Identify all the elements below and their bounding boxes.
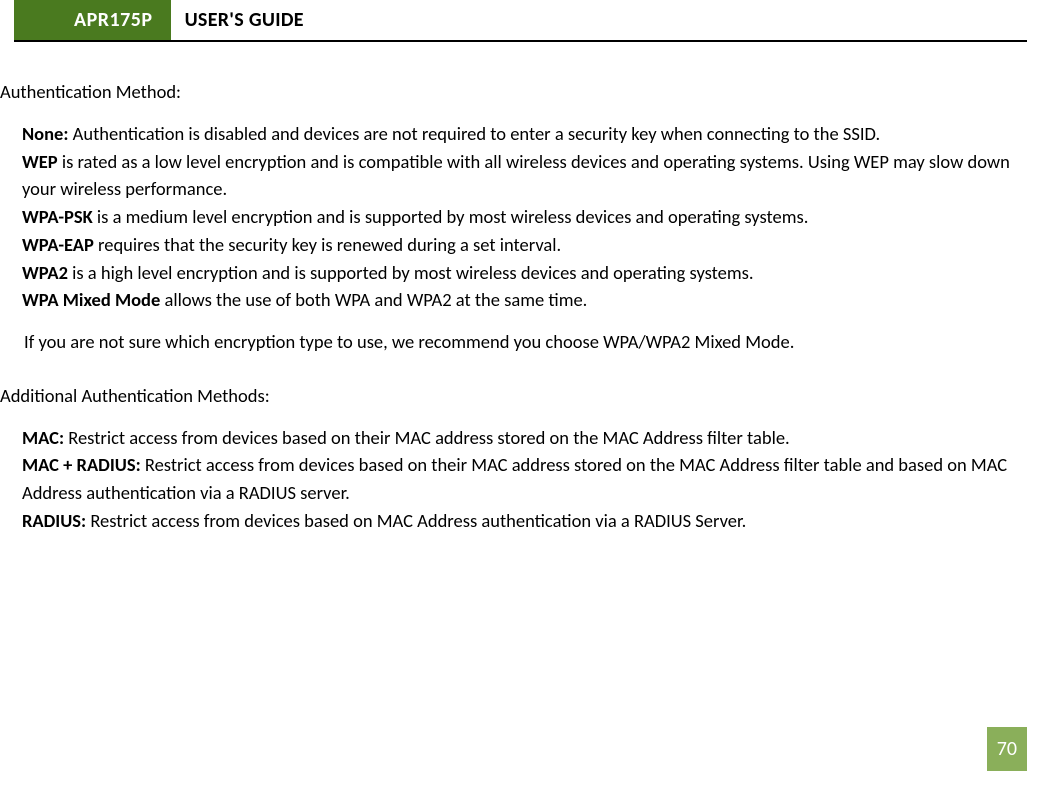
auth-item-wpa-psk: WPA-PSK is a medium level encryption and… [22, 203, 1017, 231]
auth-label: WPA2 [22, 261, 68, 284]
section-heading-auth: Authentication Method: [0, 78, 1041, 106]
document-content: Authentication Method: None: Authenticat… [0, 42, 1041, 535]
additional-text: Restrict access from devices based on MA… [86, 509, 746, 532]
auth-text: allows the use of both WPA and WPA2 at t… [160, 288, 587, 311]
additional-text: Restrict access from devices based on th… [22, 453, 1007, 504]
auth-label: WPA Mixed Mode [22, 288, 160, 311]
auth-text: is rated as a low level encryption and i… [22, 150, 1010, 201]
auth-item-none: None: Authentication is disabled and dev… [22, 120, 1017, 148]
auth-item-wpa2: WPA2 is a high level encryption and is s… [22, 259, 1017, 287]
auth-label: WPA-PSK [22, 205, 93, 228]
additional-methods-block: MAC: Restrict access from devices based … [22, 424, 1017, 535]
auth-text: Authentication is disabled and devices a… [68, 122, 880, 145]
additional-label: MAC: [22, 426, 64, 449]
additional-label: RADIUS: [22, 509, 86, 532]
model-badge: APR175P [14, 0, 171, 40]
auth-item-wpa-mixed: WPA Mixed Mode allows the use of both WP… [22, 286, 1017, 314]
page-number: 70 [987, 727, 1027, 771]
additional-label: MAC + RADIUS: [22, 453, 141, 476]
additional-item-radius: RADIUS: Restrict access from devices bas… [22, 507, 1017, 535]
additional-text: Restrict access from devices based on th… [64, 426, 790, 449]
section-heading-additional: Additional Authentication Methods: [0, 382, 1041, 410]
auth-methods-block: None: Authentication is disabled and dev… [22, 120, 1017, 314]
document-header: APR175P USER'S GUIDE [14, 0, 1027, 42]
auth-item-wep: WEP is rated as a low level encryption a… [22, 148, 1017, 204]
auth-label: WPA-EAP [22, 233, 94, 256]
auth-label: WEP [22, 150, 58, 173]
auth-item-wpa-eap: WPA-EAP requires that the security key i… [22, 231, 1017, 259]
auth-label: None: [22, 122, 68, 145]
auth-text: is a high level encryption and is suppor… [68, 261, 754, 284]
additional-item-mac-radius: MAC + RADIUS: Restrict access from devic… [22, 451, 1017, 507]
additional-item-mac: MAC: Restrict access from devices based … [22, 424, 1017, 452]
auth-text: is a medium level encryption and is supp… [93, 205, 809, 228]
auth-text: requires that the security key is renewe… [94, 233, 561, 256]
recommendation-text: If you are not sure which encryption typ… [24, 328, 1017, 356]
document-title: USER'S GUIDE [171, 0, 318, 40]
